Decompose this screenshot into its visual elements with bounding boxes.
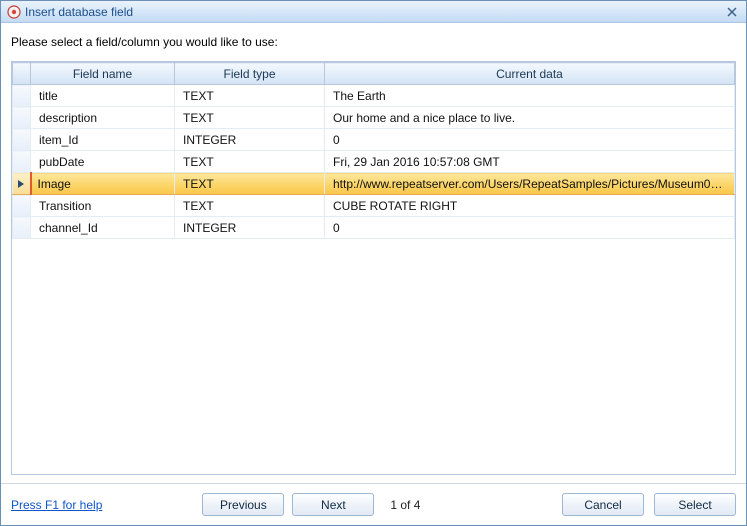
cell-current-data: 0 [325,217,735,239]
titlebar: Insert database field [1,1,746,23]
table-header-row: Field name Field type Current data [13,63,735,85]
cell-field-type: INTEGER [175,217,325,239]
cell-field-type: TEXT [175,173,325,195]
cell-current-data: The Earth [325,85,735,107]
next-button[interactable]: Next [292,493,374,516]
cell-field-type: TEXT [175,85,325,107]
row-indicator [13,107,31,129]
cell-field-type: TEXT [175,107,325,129]
instruction-text: Please select a field/column you would l… [11,35,736,49]
window-title: Insert database field [25,5,722,19]
row-indicator [13,173,31,195]
table-row[interactable]: channel_IdINTEGER0 [13,217,735,239]
table-row[interactable]: TransitionTEXTCUBE ROTATE RIGHT [13,195,735,217]
fields-table-container: Field name Field type Current data title… [11,61,736,475]
col-header-indicator[interactable] [13,63,31,85]
cancel-button[interactable]: Cancel [562,493,644,516]
cell-current-data: Fri, 29 Jan 2016 10:57:08 GMT [325,151,735,173]
row-indicator [13,217,31,239]
col-header-type[interactable]: Field type [175,63,325,85]
cell-field-type: TEXT [175,195,325,217]
arrow-right-icon [17,177,25,191]
cell-field-name: pubDate [31,151,175,173]
dialog-content: Please select a field/column you would l… [1,23,746,475]
col-header-name[interactable]: Field name [31,63,175,85]
table-row[interactable]: pubDateTEXTFri, 29 Jan 2016 10:57:08 GMT [13,151,735,173]
row-indicator [13,85,31,107]
fields-table[interactable]: Field name Field type Current data title… [12,62,735,239]
row-indicator [13,151,31,173]
cell-field-name: channel_Id [31,217,175,239]
cell-current-data: CUBE ROTATE RIGHT [325,195,735,217]
dialog-footer: Press F1 for help Previous Next 1 of 4 C… [1,483,746,525]
previous-button[interactable]: Previous [202,493,284,516]
cell-current-data: Our home and a nice place to live. [325,107,735,129]
help-link[interactable]: Press F1 for help [11,498,102,512]
close-icon[interactable] [722,4,742,20]
cell-field-name: Transition [31,195,175,217]
app-icon [7,5,21,19]
select-button[interactable]: Select [654,493,736,516]
table-row[interactable]: titleTEXTThe Earth [13,85,735,107]
cell-field-name: description [31,107,175,129]
col-header-data[interactable]: Current data [325,63,735,85]
cell-field-name: Image [31,173,175,195]
cell-current-data: http://www.repeatserver.com/Users/Repeat… [325,173,735,195]
cell-field-name: title [31,85,175,107]
table-row[interactable]: descriptionTEXTOur home and a nice place… [13,107,735,129]
table-row[interactable]: ImageTEXThttp://www.repeatserver.com/Use… [13,173,735,195]
cell-field-name: item_Id [31,129,175,151]
table-row[interactable]: item_IdINTEGER0 [13,129,735,151]
dialog-window: Insert database field Please select a fi… [0,0,747,526]
cell-current-data: 0 [325,129,735,151]
row-indicator [13,195,31,217]
row-indicator [13,129,31,151]
page-indicator: 1 of 4 [390,498,420,512]
table-body: titleTEXTThe EarthdescriptionTEXTOur hom… [13,85,735,239]
cell-field-type: TEXT [175,151,325,173]
cell-field-type: INTEGER [175,129,325,151]
